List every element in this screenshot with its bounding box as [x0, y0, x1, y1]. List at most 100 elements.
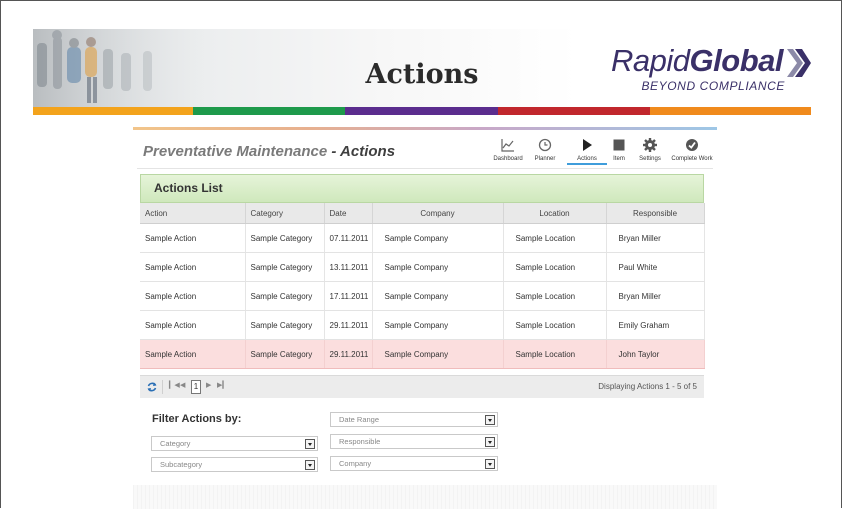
chevron-down-icon[interactable]	[305, 460, 315, 470]
cell-action: Sample Action	[140, 310, 246, 340]
chart-icon	[501, 139, 514, 152]
chevron-down-icon[interactable]	[485, 459, 495, 469]
cell-responsible: Paul White	[606, 252, 705, 282]
table-row-selected[interactable]: Sample Action Sample Category 29.11.2011…	[140, 339, 705, 369]
chevron-down-icon[interactable]	[305, 439, 315, 449]
cell-category: Sample Category	[245, 310, 325, 340]
bottom-band	[133, 485, 717, 509]
filter-title: Filter Actions by:	[152, 413, 242, 425]
company-select[interactable]: Company	[330, 456, 498, 471]
last-page-icon[interactable]: ▶▎	[217, 381, 228, 389]
cell-location: Sample Location	[503, 339, 607, 369]
toolbar-planner[interactable]: Planner	[525, 137, 565, 162]
clock-icon	[538, 138, 552, 152]
toolbar-label: Settings	[639, 156, 661, 162]
chevron-down-icon[interactable]	[485, 415, 495, 425]
cell-action: Sample Action	[140, 281, 246, 311]
header-banner: Actions RapidGlobal BEYOND COMPLIANCE	[33, 29, 811, 107]
cell-company: Sample Company	[372, 223, 504, 253]
next-page-icon[interactable]: ▶	[206, 381, 211, 389]
company-logo: RapidGlobal BEYOND COMPLIANCE	[611, 43, 811, 93]
play-icon	[583, 139, 592, 151]
subcategory-select-value: Subcategory	[160, 460, 203, 469]
pager-separator	[162, 380, 163, 394]
refresh-icon[interactable]	[146, 381, 158, 393]
column-header-action[interactable]: Action	[140, 203, 246, 224]
cell-location: Sample Location	[503, 281, 607, 311]
logo-chevrons-icon	[787, 49, 811, 77]
cell-date: 13.11.2011	[324, 252, 373, 282]
responsible-select[interactable]: Responsible	[330, 434, 498, 449]
cell-category: Sample Category	[245, 281, 325, 311]
cell-action: Sample Action	[140, 252, 246, 282]
cell-location: Sample Location	[503, 252, 607, 282]
company-select-value: Company	[339, 459, 372, 468]
category-select-value: Category	[160, 439, 191, 448]
app-title-highlight: Actions	[340, 143, 396, 160]
stripe-orange	[33, 107, 193, 115]
cell-category: Sample Category	[245, 252, 325, 282]
column-header-category[interactable]: Category	[245, 203, 325, 224]
cell-responsible: Bryan Miller	[606, 281, 705, 311]
table-row[interactable]: Sample Action Sample Category 07.11.2011…	[140, 223, 705, 253]
cell-company: Sample Company	[372, 310, 504, 340]
square-icon	[613, 139, 625, 151]
cell-date: 29.11.2011	[324, 310, 373, 340]
cell-category: Sample Category	[245, 339, 325, 369]
toolbar-label: Planner	[534, 156, 556, 162]
cell-company: Sample Company	[372, 252, 504, 282]
cell-responsible: Bryan Miller	[606, 223, 705, 253]
table-row[interactable]: Sample Action Sample Category 29.11.2011…	[140, 310, 705, 340]
logo-text-global: Global	[689, 43, 784, 78]
logo-text-rapid: Rapid	[611, 43, 690, 78]
paging-toolbar: ▎◀ ◀ 1 ▶ ▶▎ Displaying Actions 1 - 5 of …	[140, 375, 704, 398]
cell-location: Sample Location	[503, 223, 607, 253]
column-header-date[interactable]: Date	[324, 203, 373, 224]
chevron-down-icon[interactable]	[485, 437, 495, 447]
column-header-location[interactable]: Location	[503, 203, 607, 224]
cell-company: Sample Company	[372, 281, 504, 311]
app-panel: Preventative Maintenance - Actions Dashb…	[133, 127, 717, 509]
subcategory-select[interactable]: Subcategory	[151, 457, 318, 472]
stripe-orange-right	[650, 107, 811, 115]
prev-page-icon[interactable]: ◀	[180, 381, 185, 389]
stripe-green	[193, 107, 345, 115]
table-row[interactable]: Sample Action Sample Category 17.11.2011…	[140, 281, 705, 311]
cell-date: 17.11.2011	[324, 281, 373, 311]
column-header-company[interactable]: Company	[372, 203, 504, 224]
app-top-line	[133, 127, 717, 130]
paging-status: Displaying Actions 1 - 5 of 5	[598, 382, 697, 391]
page-number-input[interactable]: 1	[191, 380, 201, 394]
gear-icon	[643, 138, 657, 152]
category-select[interactable]: Category	[151, 436, 318, 451]
toolbar-label: Dashboard	[493, 156, 523, 162]
toolbar-label: Complete Work	[671, 156, 713, 162]
stripe-red	[498, 107, 650, 115]
app-title-separator: -	[327, 143, 341, 160]
cell-responsible: John Taylor	[606, 339, 705, 369]
date-range-select[interactable]: Date Range	[330, 412, 498, 427]
app-title-prefix: Preventative Maintenance	[143, 143, 328, 160]
actions-table: Action Category Date Company Location Re…	[140, 203, 705, 369]
table-row[interactable]: Sample Action Sample Category 13.11.2011…	[140, 252, 705, 282]
stripe-purple	[345, 107, 498, 115]
cell-responsible: Emily Graham	[606, 310, 705, 340]
cell-date: 07.11.2011	[324, 223, 373, 253]
cell-action: Sample Action	[140, 223, 246, 253]
responsible-select-value: Responsible	[339, 437, 381, 446]
column-header-responsible[interactable]: Responsible	[606, 203, 705, 224]
check-icon	[686, 139, 698, 151]
logo-tagline: BEYOND COMPLIANCE	[641, 79, 785, 93]
title-divider	[137, 168, 713, 169]
actions-grid: Actions List Action Category Date Compan…	[140, 174, 705, 369]
cell-company: Sample Company	[372, 339, 504, 369]
toolbar-dashboard[interactable]: Dashboard	[488, 137, 528, 162]
date-range-select-value: Date Range	[339, 415, 380, 424]
toolbar-complete-work[interactable]: Complete Work	[667, 137, 717, 162]
first-page-icon[interactable]: ▎◀	[169, 381, 180, 389]
cell-action: Sample Action	[140, 339, 246, 369]
cell-category: Sample Category	[245, 223, 325, 253]
toolbar-settings[interactable]: Settings	[630, 137, 670, 162]
table-header-row: Action Category Date Company Location Re…	[140, 203, 705, 224]
cell-location: Sample Location	[503, 310, 607, 340]
